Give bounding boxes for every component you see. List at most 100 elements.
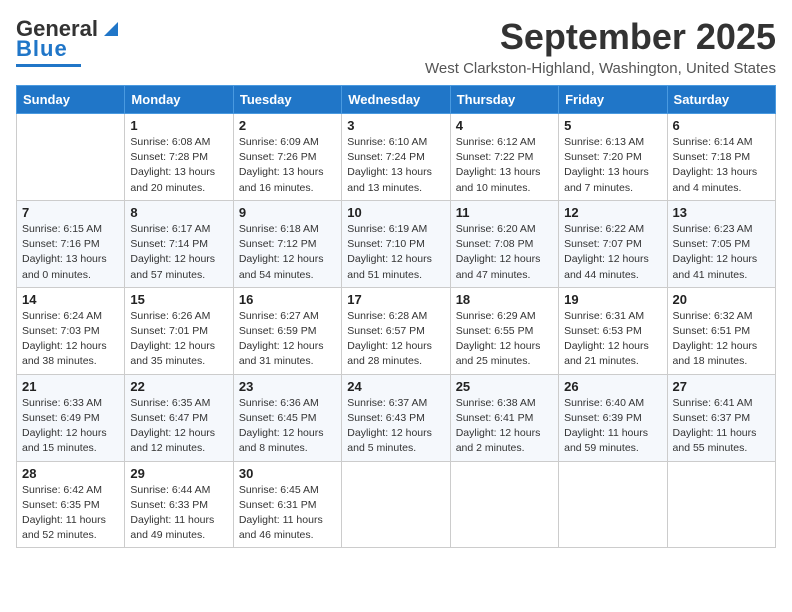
day-number: 14 — [22, 292, 119, 307]
day-number: 3 — [347, 118, 444, 133]
calendar-cell: 10 Sunrise: 6:19 AMSunset: 7:10 PMDayligh… — [342, 200, 450, 287]
day-info: Sunrise: 6:20 AMSunset: 7:08 PMDaylight:… — [456, 222, 553, 283]
weekday-header-row: SundayMondayTuesdayWednesdayThursdayFrid… — [17, 86, 776, 114]
day-number: 13 — [673, 205, 770, 220]
day-info: Sunrise: 6:24 AMSunset: 7:03 PMDaylight:… — [22, 309, 119, 370]
day-number: 6 — [673, 118, 770, 133]
logo-underline — [16, 64, 81, 67]
day-number: 22 — [130, 379, 227, 394]
calendar-week-row: 14 Sunrise: 6:24 AMSunset: 7:03 PMDayligh… — [17, 287, 776, 374]
weekday-header-saturday: Saturday — [667, 86, 775, 114]
calendar-cell: 8 Sunrise: 6:17 AMSunset: 7:14 PMDaylight… — [125, 200, 233, 287]
day-info: Sunrise: 6:42 AMSunset: 6:35 PMDaylight:… — [22, 483, 119, 544]
day-number: 20 — [673, 292, 770, 307]
day-number: 10 — [347, 205, 444, 220]
day-info: Sunrise: 6:41 AMSunset: 6:37 PMDaylight:… — [673, 396, 770, 457]
day-number: 28 — [22, 466, 119, 481]
calendar-cell: 9Sunrise: 6:18 AMSunset: 7:12 PMDaylight… — [233, 200, 341, 287]
day-number: 11 — [456, 205, 553, 220]
calendar-cell: 27 Sunrise: 6:41 AMSunset: 6:37 PMDayligh… — [667, 374, 775, 461]
calendar-cell: 5Sunrise: 6:13 AMSunset: 7:20 PMDaylight… — [559, 114, 667, 201]
day-info: Sunrise: 6:08 AMSunset: 7:28 PMDaylight:… — [130, 135, 227, 196]
day-number: 5 — [564, 118, 661, 133]
weekday-header-wednesday: Wednesday — [342, 86, 450, 114]
calendar-cell: 21 Sunrise: 6:33 AMSunset: 6:49 PMDayligh… — [17, 374, 125, 461]
weekday-header-thursday: Thursday — [450, 86, 558, 114]
day-number: 29 — [130, 466, 227, 481]
calendar-cell: 15 Sunrise: 6:26 AMSunset: 7:01 PMDayligh… — [125, 287, 233, 374]
title-block: September 2025 West Clarkston-Highland, … — [425, 16, 776, 77]
day-info: Sunrise: 6:37 AMSunset: 6:43 PMDaylight:… — [347, 396, 444, 457]
weekday-header-friday: Friday — [559, 86, 667, 114]
day-info: Sunrise: 6:33 AMSunset: 6:49 PMDaylight:… — [22, 396, 119, 457]
day-info: Sunrise: 6:44 AMSunset: 6:33 PMDaylight:… — [130, 483, 227, 544]
day-info: Sunrise: 6:29 AMSunset: 6:55 PMDaylight:… — [456, 309, 553, 370]
calendar-cell: 23Sunrise: 6:36 AMSunset: 6:45 PMDayligh… — [233, 374, 341, 461]
day-number: 12 — [564, 205, 661, 220]
calendar-cell: 20Sunrise: 6:32 AMSunset: 6:51 PMDayligh… — [667, 287, 775, 374]
calendar-week-row: 1 Sunrise: 6:08 AMSunset: 7:28 PMDaylight… — [17, 114, 776, 201]
day-info: Sunrise: 6:12 AMSunset: 7:22 PMDaylight:… — [456, 135, 553, 196]
calendar-cell: 7 Sunrise: 6:15 AMSunset: 7:16 PMDaylight… — [17, 200, 125, 287]
logo-icon — [100, 18, 122, 40]
day-number: 7 — [22, 205, 119, 220]
calendar-cell: 13 Sunrise: 6:23 AMSunset: 7:05 PMDayligh… — [667, 200, 775, 287]
day-number: 17 — [347, 292, 444, 307]
day-number: 4 — [456, 118, 553, 133]
calendar-week-row: 7 Sunrise: 6:15 AMSunset: 7:16 PMDaylight… — [17, 200, 776, 287]
calendar-cell: 22 Sunrise: 6:35 AMSunset: 6:47 PMDayligh… — [125, 374, 233, 461]
day-number: 8 — [130, 205, 227, 220]
day-info: Sunrise: 6:23 AMSunset: 7:05 PMDaylight:… — [673, 222, 770, 283]
calendar-cell: 25 Sunrise: 6:38 AMSunset: 6:41 PMDayligh… — [450, 374, 558, 461]
day-number: 1 — [130, 118, 227, 133]
day-info: Sunrise: 6:14 AMSunset: 7:18 PMDaylight:… — [673, 135, 770, 196]
calendar-cell: 4 Sunrise: 6:12 AMSunset: 7:22 PMDaylight… — [450, 114, 558, 201]
calendar-cell: 24 Sunrise: 6:37 AMSunset: 6:43 PMDayligh… — [342, 374, 450, 461]
day-info: Sunrise: 6:28 AMSunset: 6:57 PMDaylight:… — [347, 309, 444, 370]
day-info: Sunrise: 6:27 AMSunset: 6:59 PMDaylight:… — [239, 309, 336, 370]
day-number: 21 — [22, 379, 119, 394]
day-number: 25 — [456, 379, 553, 394]
calendar-cell: 28 Sunrise: 6:42 AMSunset: 6:35 PMDayligh… — [17, 461, 125, 548]
day-info: Sunrise: 6:45 AMSunset: 6:31 PMDaylight:… — [239, 483, 336, 544]
logo: General Blue — [16, 16, 122, 67]
calendar-cell: 2 Sunrise: 6:09 AMSunset: 7:26 PMDaylight… — [233, 114, 341, 201]
day-info: Sunrise: 6:19 AMSunset: 7:10 PMDaylight:… — [347, 222, 444, 283]
calendar-cell: 19 Sunrise: 6:31 AMSunset: 6:53 PMDayligh… — [559, 287, 667, 374]
day-info: Sunrise: 6:38 AMSunset: 6:41 PMDaylight:… — [456, 396, 553, 457]
day-number: 30 — [239, 466, 336, 481]
calendar-cell — [17, 114, 125, 201]
calendar-cell: 1 Sunrise: 6:08 AMSunset: 7:28 PMDaylight… — [125, 114, 233, 201]
calendar-cell: 17 Sunrise: 6:28 AMSunset: 6:57 PMDayligh… — [342, 287, 450, 374]
calendar-cell: 14 Sunrise: 6:24 AMSunset: 7:03 PMDayligh… — [17, 287, 125, 374]
calendar-cell — [342, 461, 450, 548]
page-header: General Blue September 2025 West Clarkst… — [16, 16, 776, 77]
calendar-cell — [667, 461, 775, 548]
day-number: 27 — [673, 379, 770, 394]
day-info: Sunrise: 6:18 AMSunset: 7:12 PMDaylight:… — [239, 222, 336, 283]
day-number: 23 — [239, 379, 336, 394]
calendar-cell: 26Sunrise: 6:40 AMSunset: 6:39 PMDayligh… — [559, 374, 667, 461]
location-title: West Clarkston-Highland, Washington, Uni… — [425, 60, 776, 77]
calendar-cell: 11 Sunrise: 6:20 AMSunset: 7:08 PMDayligh… — [450, 200, 558, 287]
calendar-cell: 12Sunrise: 6:22 AMSunset: 7:07 PMDayligh… — [559, 200, 667, 287]
day-info: Sunrise: 6:17 AMSunset: 7:14 PMDaylight:… — [130, 222, 227, 283]
calendar-cell — [450, 461, 558, 548]
calendar-cell: 3Sunrise: 6:10 AMSunset: 7:24 PMDaylight… — [342, 114, 450, 201]
day-number: 2 — [239, 118, 336, 133]
day-info: Sunrise: 6:26 AMSunset: 7:01 PMDaylight:… — [130, 309, 227, 370]
day-info: Sunrise: 6:09 AMSunset: 7:26 PMDaylight:… — [239, 135, 336, 196]
day-info: Sunrise: 6:35 AMSunset: 6:47 PMDaylight:… — [130, 396, 227, 457]
weekday-header-monday: Monday — [125, 86, 233, 114]
weekday-header-tuesday: Tuesday — [233, 86, 341, 114]
day-number: 15 — [130, 292, 227, 307]
day-info: Sunrise: 6:15 AMSunset: 7:16 PMDaylight:… — [22, 222, 119, 283]
day-number: 19 — [564, 292, 661, 307]
day-info: Sunrise: 6:40 AMSunset: 6:39 PMDaylight:… — [564, 396, 661, 457]
day-info: Sunrise: 6:31 AMSunset: 6:53 PMDaylight:… — [564, 309, 661, 370]
day-number: 24 — [347, 379, 444, 394]
calendar-cell: 6 Sunrise: 6:14 AMSunset: 7:18 PMDaylight… — [667, 114, 775, 201]
calendar-cell: 16 Sunrise: 6:27 AMSunset: 6:59 PMDayligh… — [233, 287, 341, 374]
weekday-header-sunday: Sunday — [17, 86, 125, 114]
day-number: 16 — [239, 292, 336, 307]
